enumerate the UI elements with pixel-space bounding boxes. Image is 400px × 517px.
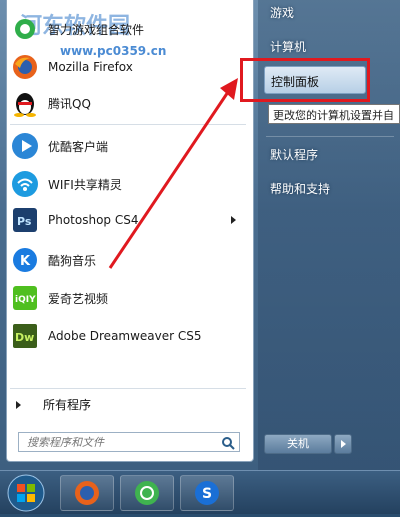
- taskbar-firefox[interactable]: [60, 475, 114, 511]
- browser-icon: [135, 481, 159, 505]
- svg-text:S: S: [202, 486, 212, 502]
- windows-orb-icon: [7, 474, 45, 512]
- firefox-icon: [75, 481, 99, 505]
- taskbar-sogou[interactable]: S: [180, 475, 234, 511]
- taskbar: S: [0, 470, 400, 514]
- start-button[interactable]: [4, 473, 48, 513]
- taskbar-360browser[interactable]: [120, 475, 174, 511]
- annotation-arrow-icon: [108, 78, 238, 269]
- sogou-icon: S: [195, 481, 219, 505]
